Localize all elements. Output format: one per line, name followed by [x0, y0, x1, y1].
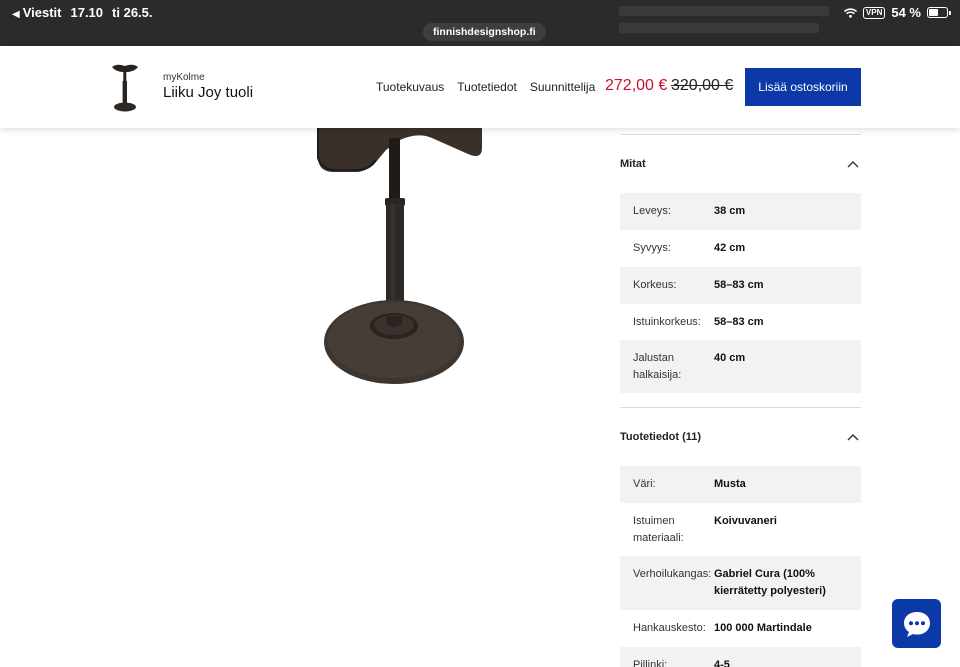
spec-label: Istuimen materiaali: — [633, 515, 684, 544]
spec-value: Koivuvaneri — [714, 515, 777, 527]
wifi-icon — [843, 7, 857, 18]
battery-fill — [929, 9, 938, 16]
spec-row: Istuinkorkeus: 58–83 cm — [620, 304, 861, 340]
spec-value: 40 cm — [714, 352, 746, 364]
spec-row: Korkeus: 58–83 cm — [620, 267, 861, 304]
divider — [620, 407, 861, 408]
status-bar: ◀ Viestit 17.10 ti 26.5. VPN 54 % finnish… — [0, 0, 960, 46]
divider — [620, 134, 861, 135]
nav-product-description[interactable]: Tuotekuvaus — [376, 80, 444, 94]
original-price: 320,00 € — [671, 77, 734, 94]
status-left: ◀ Viestit 17.10 ti 26.5. — [12, 5, 153, 20]
spec-row: Pillinki: 4-5 — [620, 647, 861, 667]
back-label: Viestit — [22, 5, 62, 20]
nav-designer[interactable]: Suunnittelija — [530, 80, 595, 94]
spec-value: Musta — [714, 478, 746, 490]
blurred-content — [619, 6, 829, 16]
status-right: VPN 54 % — [843, 5, 951, 20]
spec-label: Istuinkorkeus: — [633, 315, 701, 328]
product-thumbnail[interactable] — [108, 62, 142, 114]
battery-percent: 54 % — [891, 5, 921, 20]
status-time: 17.10 — [70, 5, 104, 20]
product-info-section-title[interactable]: Tuotetiedot (11) — [620, 431, 701, 443]
spec-label: Korkeus: — [633, 279, 677, 291]
status-date: ti 26.5. — [112, 5, 153, 20]
spec-value: 42 cm — [714, 242, 746, 254]
spec-row: Väri: Musta — [620, 466, 861, 503]
spec-row: Leveys: 38 cm — [620, 193, 861, 230]
spec-label: Väri: — [633, 478, 656, 490]
add-to-cart-button[interactable]: Lisää ostoskoriin — [745, 68, 861, 106]
product-sticky-header: myKolme Liiku Joy tuoli Tuotekuvaus Tuot… — [0, 46, 960, 128]
chat-button[interactable] — [892, 599, 941, 648]
chat-bubble-icon — [903, 611, 930, 637]
product-nav: Tuotekuvaus Tuotetiedot Suunnittelija — [376, 80, 595, 94]
spec-label: Verhoilukangas: — [633, 568, 712, 580]
nav-product-details[interactable]: Tuotetiedot — [457, 80, 517, 94]
product-name: Liiku Joy tuoli — [163, 84, 254, 101]
brand-name[interactable]: myKolme — [163, 72, 205, 83]
dimensions-section-title[interactable]: Mitat — [620, 158, 646, 170]
vpn-badge: VPN — [862, 6, 886, 19]
chevron-up-icon[interactable] — [847, 433, 859, 441]
spec-value: 4-5 — [714, 659, 730, 667]
spec-label: Pillinki: — [633, 659, 668, 667]
spec-label: Hankauskesto: — [633, 622, 706, 634]
spec-label: Leveys: — [633, 205, 671, 217]
spec-value: 100 000 Martindale — [714, 622, 812, 634]
spec-row: Verhoilukangas: Gabriel Cura (100% kierr… — [620, 556, 861, 610]
spec-row: Istuimen materiaali: Koivuvaneri — [620, 503, 861, 556]
spec-value: 58–83 cm — [714, 279, 764, 291]
battery-icon — [927, 7, 951, 18]
spec-value: 38 cm — [714, 205, 746, 217]
spec-row: Jalustan halkaisija: 40 cm — [620, 340, 861, 393]
spec-label: Jalustan halkaisija: — [633, 352, 682, 381]
back-arrow-icon: ◀ — [12, 9, 20, 20]
sale-price: 272,00 € — [605, 77, 668, 94]
spec-value: Gabriel Cura (100% kierrätetty polyester… — [714, 568, 826, 597]
spec-value: 58–83 cm — [714, 315, 764, 328]
url-bar[interactable]: finnishdesignshop.fi — [423, 23, 546, 41]
chevron-up-icon[interactable] — [847, 160, 859, 168]
spec-label: Syvyys: — [633, 242, 671, 254]
spec-row: Hankauskesto: 100 000 Martindale — [620, 610, 861, 647]
blurred-content — [619, 23, 819, 33]
product-image[interactable] — [300, 128, 500, 398]
spec-row: Syvyys: 42 cm — [620, 230, 861, 267]
back-to-app[interactable]: ◀ Viestit — [12, 5, 61, 20]
